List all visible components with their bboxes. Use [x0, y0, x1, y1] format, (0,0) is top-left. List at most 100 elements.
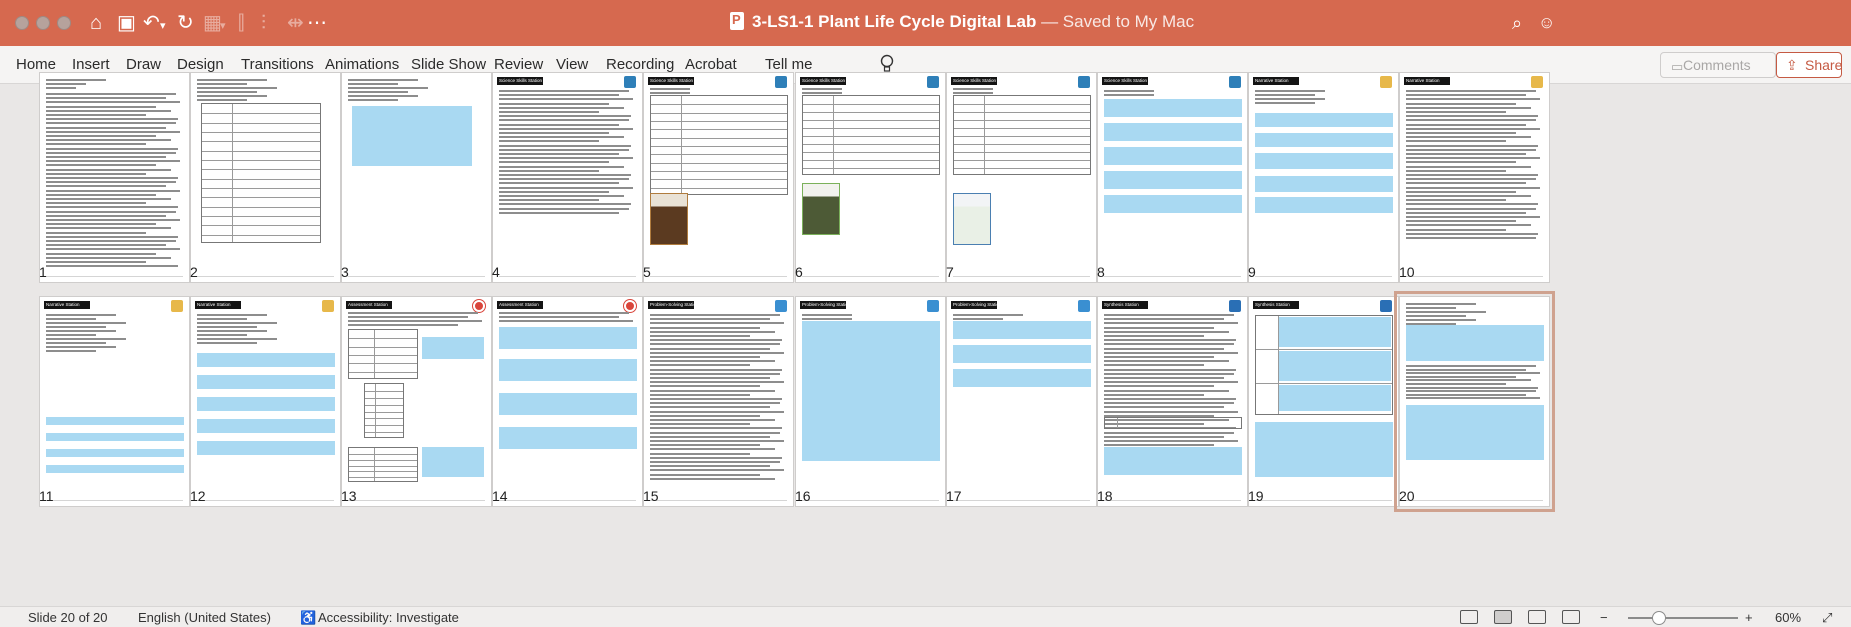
answer-box[interactable] [46, 465, 184, 473]
redo-icon[interactable]: ↻ [177, 11, 194, 35]
zoom-window-button[interactable] [57, 16, 71, 30]
answer-box[interactable] [422, 447, 484, 477]
answer-box[interactable] [1255, 176, 1393, 192]
slide-thumbnail[interactable] [1394, 291, 1555, 512]
reading-view-icon[interactable] [1528, 610, 1546, 624]
answer-box[interactable] [1104, 171, 1242, 189]
slide-thumbnail[interactable]: Assessment Station [492, 296, 643, 507]
format-dropdown-chevron-icon[interactable]: ▾ [220, 14, 226, 38]
answer-box[interactable] [1255, 113, 1393, 127]
answer-box[interactable] [197, 397, 335, 411]
slide-thumbnail[interactable] [39, 72, 190, 283]
slide-thumbnail[interactable]: Science Skills Station [1097, 72, 1248, 283]
zoom-slider[interactable] [1628, 617, 1738, 619]
slide-thumbnail[interactable]: Problem-Solving Station [795, 296, 946, 507]
profile-icon[interactable]: ☺ [1538, 11, 1555, 35]
zoom-in-button[interactable]: + [1745, 610, 1753, 625]
answer-box[interactable] [422, 337, 484, 359]
answer-box[interactable] [1104, 123, 1242, 141]
slide-thumbnail[interactable]: Science Skills Station [795, 72, 946, 283]
slide-thumbnail[interactable]: Narrative Station [39, 296, 190, 507]
slide-sorter-view-icon[interactable] [1494, 610, 1512, 624]
tab-design[interactable]: Design [177, 56, 224, 73]
answer-box[interactable] [46, 417, 184, 425]
zoom-slider-handle[interactable] [1652, 611, 1666, 625]
more-icon[interactable]: ⋯ [307, 11, 327, 35]
slide-show-view-icon[interactable] [1562, 610, 1580, 624]
tab-recording[interactable]: Recording [606, 56, 674, 73]
tell-me-search[interactable]: Tell me [765, 56, 813, 73]
answer-box[interactable] [197, 353, 335, 367]
answer-box[interactable] [1255, 133, 1393, 147]
answer-box[interactable] [499, 427, 637, 449]
answer-box[interactable] [1279, 385, 1391, 411]
table-row-line [651, 179, 787, 180]
slide-thumbnail[interactable] [190, 72, 341, 283]
slide-thumbnail[interactable]: Synthesis Station [1248, 296, 1399, 507]
search-icon[interactable]: ⌕ [1512, 11, 1522, 35]
answer-box[interactable] [1406, 405, 1544, 460]
answer-box[interactable] [46, 433, 184, 441]
slide-thumbnail[interactable] [341, 72, 492, 283]
slide-thumbnail[interactable]: Narrative Station [190, 296, 341, 507]
answer-box[interactable] [1255, 422, 1393, 477]
answer-box[interactable] [1279, 317, 1391, 347]
slide-thumbnail[interactable]: Narrative Station [1399, 72, 1550, 283]
answer-box[interactable] [499, 327, 637, 349]
tab-home[interactable]: Home [16, 56, 56, 73]
answer-box[interactable] [1255, 197, 1393, 213]
answer-box[interactable] [1406, 325, 1544, 361]
zoom-level[interactable]: 60% [1775, 610, 1801, 625]
answer-box[interactable] [953, 345, 1091, 363]
save-icon[interactable]: ▣ [117, 11, 136, 35]
answer-box[interactable] [499, 393, 637, 415]
answer-box[interactable] [1104, 447, 1242, 475]
answer-box[interactable] [46, 449, 184, 457]
answer-box[interactable] [1104, 195, 1242, 213]
slide-thumbnail[interactable]: Science Skills Station [643, 72, 794, 283]
slide-thumbnail[interactable]: Narrative Station [1248, 72, 1399, 283]
zoom-out-button[interactable]: − [1600, 610, 1608, 625]
answer-box[interactable] [499, 359, 637, 381]
tab-view[interactable]: View [556, 56, 588, 73]
tab-review[interactable]: Review [494, 56, 543, 73]
align-left-icon[interactable]: ⫿ [238, 11, 244, 35]
slide-thumbnail[interactable]: Problem-Solving Station [643, 296, 794, 507]
answer-box[interactable] [352, 106, 472, 166]
home-icon[interactable]: ⌂ [90, 11, 102, 35]
undo-icon[interactable]: ↶ [143, 11, 160, 35]
slide-footer-line [1104, 500, 1241, 501]
fit-to-window-icon[interactable]: ⤢ [1822, 610, 1832, 626]
minimize-window-button[interactable] [36, 16, 50, 30]
share-button[interactable]: ⇪ Share [1776, 52, 1842, 78]
answer-box[interactable] [1104, 99, 1242, 117]
slide-thumbnail[interactable]: Science Skills Station [492, 72, 643, 283]
undo-dropdown-chevron-icon[interactable]: ▾ [160, 14, 166, 38]
answer-box[interactable] [1279, 351, 1391, 381]
answer-box[interactable] [953, 321, 1091, 339]
tab-acrobat[interactable]: Acrobat [685, 56, 737, 73]
answer-box[interactable] [953, 369, 1091, 387]
comments-button[interactable]: ▭ Comments [1660, 52, 1776, 78]
slide-thumbnail[interactable]: Problem-Solving Station [946, 296, 1097, 507]
accessibility-status[interactable]: Accessibility: Investigate [318, 610, 459, 625]
tab-insert[interactable]: Insert [72, 56, 110, 73]
answer-box[interactable] [1104, 147, 1242, 165]
tab-draw[interactable]: Draw [126, 56, 161, 73]
answer-box[interactable] [197, 441, 335, 455]
tab-animations[interactable]: Animations [325, 56, 399, 73]
slide-thumbnail[interactable]: Science Skills Station [946, 72, 1097, 283]
answer-box[interactable] [197, 419, 335, 433]
answer-box[interactable] [802, 321, 940, 461]
language-status[interactable]: English (United States) [138, 610, 271, 625]
answer-box[interactable] [1255, 153, 1393, 169]
distribute-icon[interactable]: ⇹ [287, 11, 304, 35]
slide-thumbnail[interactable]: Assessment Station [341, 296, 492, 507]
close-window-button[interactable] [15, 16, 29, 30]
answer-box[interactable] [197, 375, 335, 389]
notes-view-icon[interactable] [1460, 610, 1478, 624]
tab-transitions[interactable]: Transitions [241, 56, 314, 73]
align-center-icon[interactable]: ⫶ [261, 11, 266, 35]
slide-thumbnail[interactable]: Synthesis Station [1097, 296, 1248, 507]
tab-slide-show[interactable]: Slide Show [411, 56, 486, 73]
